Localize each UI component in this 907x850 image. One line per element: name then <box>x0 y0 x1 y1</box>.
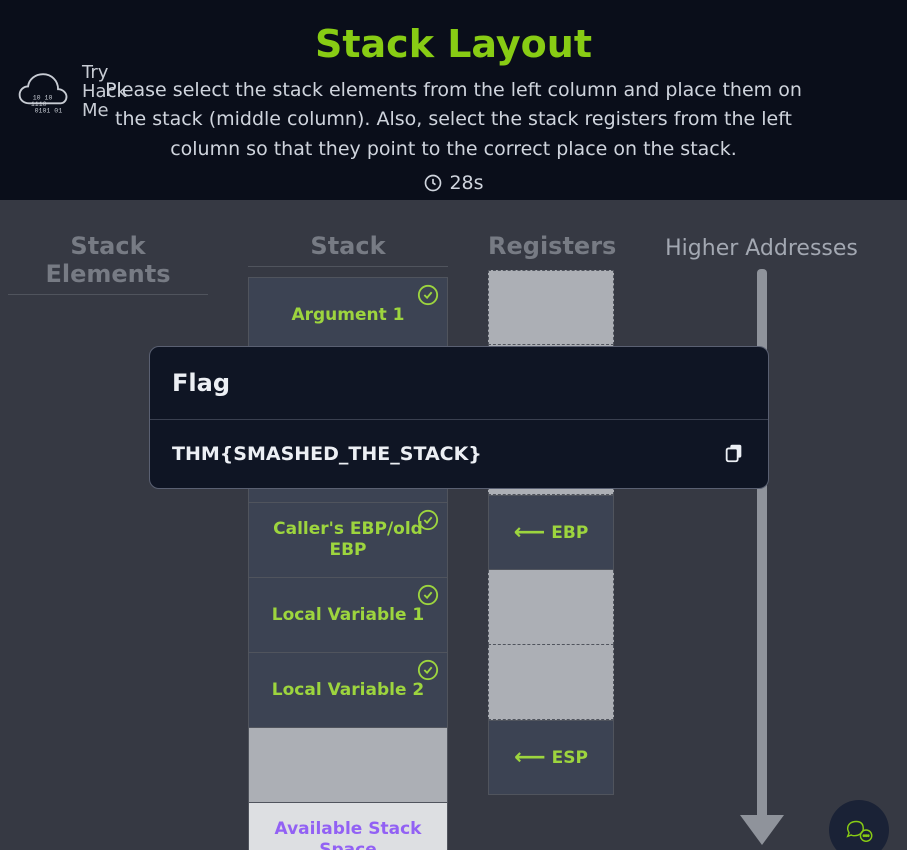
svg-text:0101 01: 0101 01 <box>35 108 63 115</box>
flag-value: THM{SMASHED_THE_STACK} <box>172 443 482 465</box>
brand-name: Try Hack Me <box>82 64 127 121</box>
stack-slot-label: Local Variable 2 <box>272 680 424 701</box>
register-label: ESP <box>552 748 588 768</box>
stack-elements-column: Stack Elements <box>8 232 208 850</box>
stack-slot[interactable]: Argument 1 <box>249 277 447 352</box>
stack-column: Stack Argument 1 Caller's EBP/old EBP Lo… <box>248 232 448 850</box>
stack-slot[interactable]: Caller's EBP/old EBP <box>249 502 447 577</box>
timer-value: 28s <box>449 172 483 194</box>
check-icon <box>417 659 439 681</box>
stack-slot[interactable]: Available Stack Space <box>249 802 447 850</box>
stack-title: Stack <box>248 232 448 267</box>
copy-icon <box>723 442 745 464</box>
register-label: EBP <box>551 523 588 543</box>
timer: 28s <box>20 172 887 194</box>
cloud-icon: 10 10 1110 0101 01 <box>14 68 74 116</box>
register-slot[interactable] <box>488 645 614 720</box>
chat-icon <box>842 813 876 847</box>
registers-column: Registers ⟵ EBP ⟵ ESP <box>488 232 614 850</box>
clock-icon <box>423 173 443 193</box>
check-icon <box>417 509 439 531</box>
brand-logo: 10 10 1110 0101 01 Try Hack Me <box>14 64 127 121</box>
stack-elements-title: Stack Elements <box>8 232 208 295</box>
stack-slot[interactable]: Local Variable 1 <box>249 577 447 652</box>
register-slot[interactable]: ⟵ EBP <box>488 495 614 570</box>
register-slot[interactable] <box>488 570 614 645</box>
stack-slot[interactable] <box>249 727 447 802</box>
register-slot[interactable] <box>488 270 614 345</box>
check-icon <box>417 284 439 306</box>
copy-button[interactable] <box>722 442 746 466</box>
stack-slot[interactable]: Local Variable 2 <box>249 652 447 727</box>
main-area: Stack Elements Stack Argument 1 Caller's… <box>0 218 907 850</box>
higher-addresses-label: Higher Addresses <box>665 236 858 261</box>
modal-title: Flag <box>150 347 768 420</box>
instructions-text: Please select the stack elements from th… <box>89 76 819 164</box>
registers-title: Registers <box>488 232 614 260</box>
stack-slot-label: Caller's EBP/old EBP <box>267 519 429 562</box>
header: 10 10 1110 0101 01 Try Hack Me Stack Lay… <box>0 0 907 218</box>
register-slot[interactable]: ⟵ ESP <box>488 720 614 795</box>
stack-slot-label: Argument 1 <box>291 305 404 326</box>
stack-slot-label: Available Stack Space <box>267 819 429 850</box>
flag-modal: Flag THM{SMASHED_THE_STACK} <box>149 346 769 489</box>
address-direction: Higher Addresses Lower Addresses <box>624 232 899 850</box>
check-icon <box>417 584 439 606</box>
stack-slot-label: Local Variable 1 <box>272 605 424 626</box>
page-title: Stack Layout <box>20 22 887 66</box>
